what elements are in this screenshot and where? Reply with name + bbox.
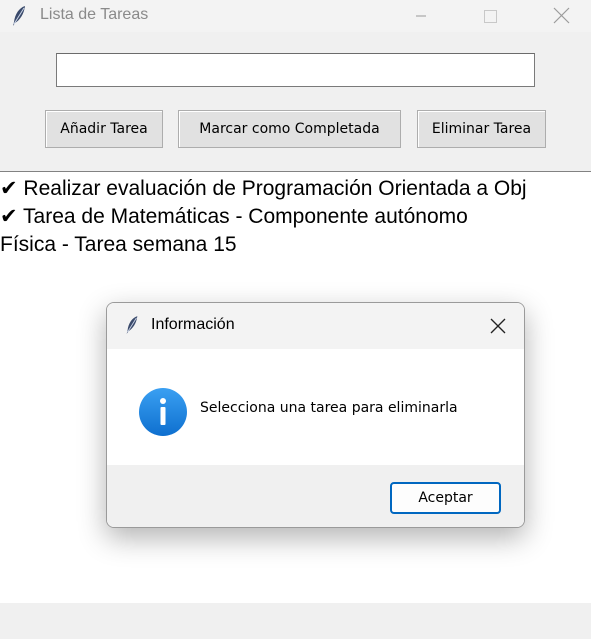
feather-icon: [126, 316, 138, 334]
info-dialog: Información Selecciona una tarea para el…: [106, 302, 525, 528]
close-icon: [490, 318, 506, 334]
minimize-button[interactable]: [398, 0, 444, 32]
list-item[interactable]: Física - Tarea semana 15: [0, 232, 237, 258]
ok-button[interactable]: Aceptar: [390, 482, 501, 514]
dialog-title: Información: [151, 316, 235, 333]
task-entry-input[interactable]: [56, 53, 535, 87]
window-title: Lista de Tareas: [40, 6, 149, 23]
window-titlebar: Lista de Tareas: [0, 0, 591, 32]
maximize-button[interactable]: [467, 0, 513, 32]
feather-icon: [13, 6, 25, 26]
dialog-titlebar: Información: [107, 303, 524, 349]
dialog-footer: Aceptar: [107, 465, 524, 527]
window-bottom-area: [0, 603, 591, 639]
close-icon: [553, 7, 570, 24]
info-icon: [139, 388, 187, 436]
mark-completed-button[interactable]: Marcar como Completada: [178, 110, 401, 148]
delete-task-button[interactable]: Eliminar Tarea: [417, 110, 546, 148]
list-item[interactable]: ✔ Tarea de Matemáticas - Componente autó…: [0, 204, 468, 230]
dialog-close-button[interactable]: [480, 311, 516, 341]
dialog-body: Selecciona una tarea para eliminarla: [107, 349, 524, 465]
minimize-icon: [416, 15, 426, 17]
add-task-button[interactable]: Añadir Tarea: [45, 110, 163, 148]
list-item[interactable]: ✔ Realizar evaluación de Programación Or…: [0, 176, 527, 202]
maximize-icon: [484, 10, 497, 23]
close-button[interactable]: [538, 0, 584, 32]
dialog-message: Selecciona una tarea para eliminarla: [200, 400, 458, 416]
